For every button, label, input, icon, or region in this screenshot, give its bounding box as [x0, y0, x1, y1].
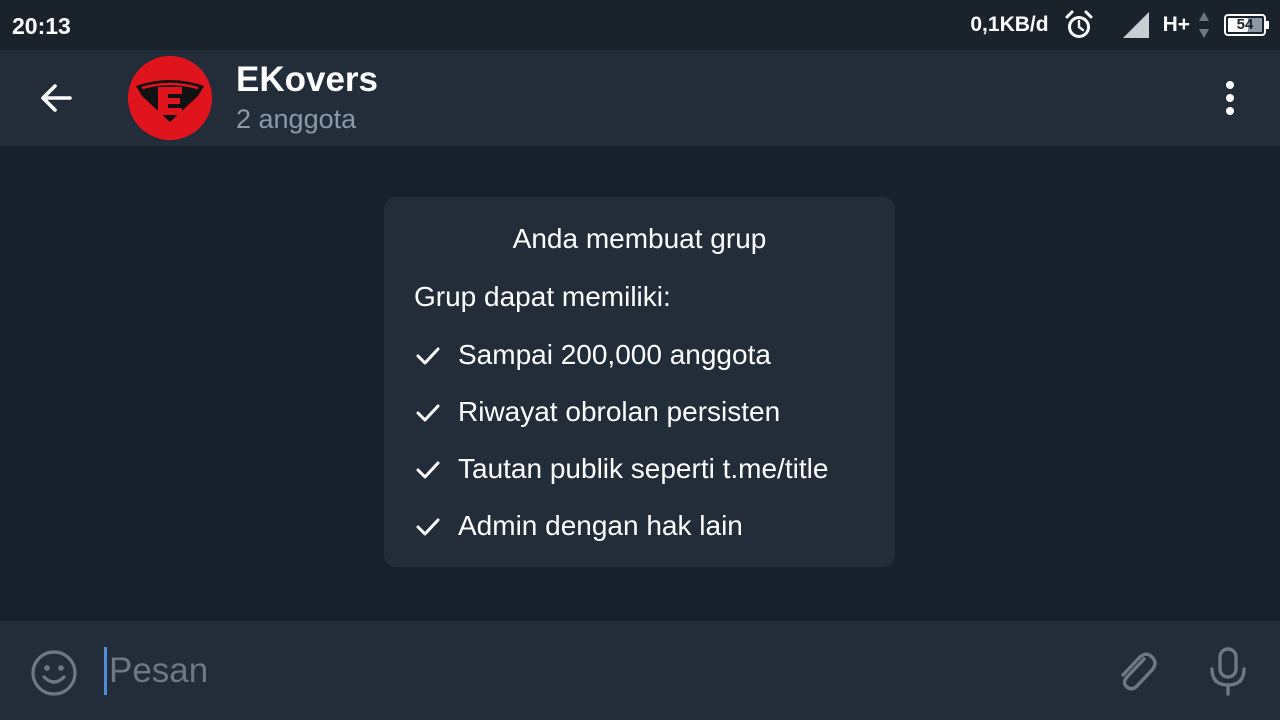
message-input[interactable]: Pesan: [104, 645, 1064, 697]
emoji-button[interactable]: [28, 647, 80, 699]
battery-icon: 54: [1224, 14, 1270, 36]
emoji-icon: [31, 650, 77, 696]
feature-item: Tautan publik seperti t.me/title: [414, 449, 828, 489]
feature-text: Tautan publik seperti t.me/title: [458, 453, 829, 484]
more-options-button[interactable]: [1206, 74, 1254, 122]
message-placeholder: Pesan: [109, 651, 209, 690]
feature-text: Riwayat obrolan persisten: [458, 396, 781, 427]
voice-record-button[interactable]: [1202, 645, 1254, 697]
check-icon: [416, 347, 440, 365]
net-speed: 0,1KB/d: [970, 13, 1049, 36]
back-button[interactable]: [30, 72, 82, 124]
message-composer: Pesan: [0, 621, 1280, 720]
text-cursor: [104, 647, 107, 695]
back-arrow-icon: [41, 84, 72, 112]
chat-area: Anda membuat grup Grup dapat memiliki: S…: [0, 146, 1280, 621]
signal-icon: [1122, 12, 1149, 38]
more-vert-icon: [1226, 81, 1234, 115]
feature-text: Admin dengan hak lain: [458, 510, 743, 541]
alarm-icon: [1065, 10, 1093, 38]
mic-icon: [1210, 647, 1246, 696]
check-icon: [416, 404, 440, 422]
data-arrows-icon: [1199, 12, 1209, 38]
group-created-card: Anda membuat grup Grup dapat memiliki: S…: [384, 197, 895, 567]
card-intro: Grup dapat memiliki:: [414, 281, 671, 312]
feature-text: Sampai 200,000 anggota: [458, 339, 771, 370]
avatar[interactable]: [128, 56, 212, 140]
feature-item: Admin dengan hak lain: [414, 506, 743, 546]
network-type: H+: [1162, 13, 1190, 36]
chat-header: EKovers 2 anggota: [0, 50, 1280, 146]
attach-icon: [1121, 652, 1157, 691]
member-count: 2 anggota: [236, 104, 357, 134]
chat-title[interactable]: EKovers: [236, 60, 378, 100]
status-indicators: 0,1KB/d H+ 54: [970, 8, 1270, 42]
status-bar: 20:13 0,1KB/d H+ 54: [0, 0, 1280, 50]
battery-level: 54: [1236, 16, 1254, 33]
feature-item: Sampai 200,000 anggota: [414, 335, 771, 375]
feature-item: Riwayat obrolan persisten: [414, 392, 780, 432]
status-time: 20:13: [12, 13, 71, 39]
check-icon: [416, 461, 440, 479]
group-logo: [128, 56, 212, 140]
attach-button[interactable]: [1110, 645, 1162, 697]
card-title: Anda membuat grup: [512, 223, 767, 254]
check-icon: [416, 518, 440, 536]
